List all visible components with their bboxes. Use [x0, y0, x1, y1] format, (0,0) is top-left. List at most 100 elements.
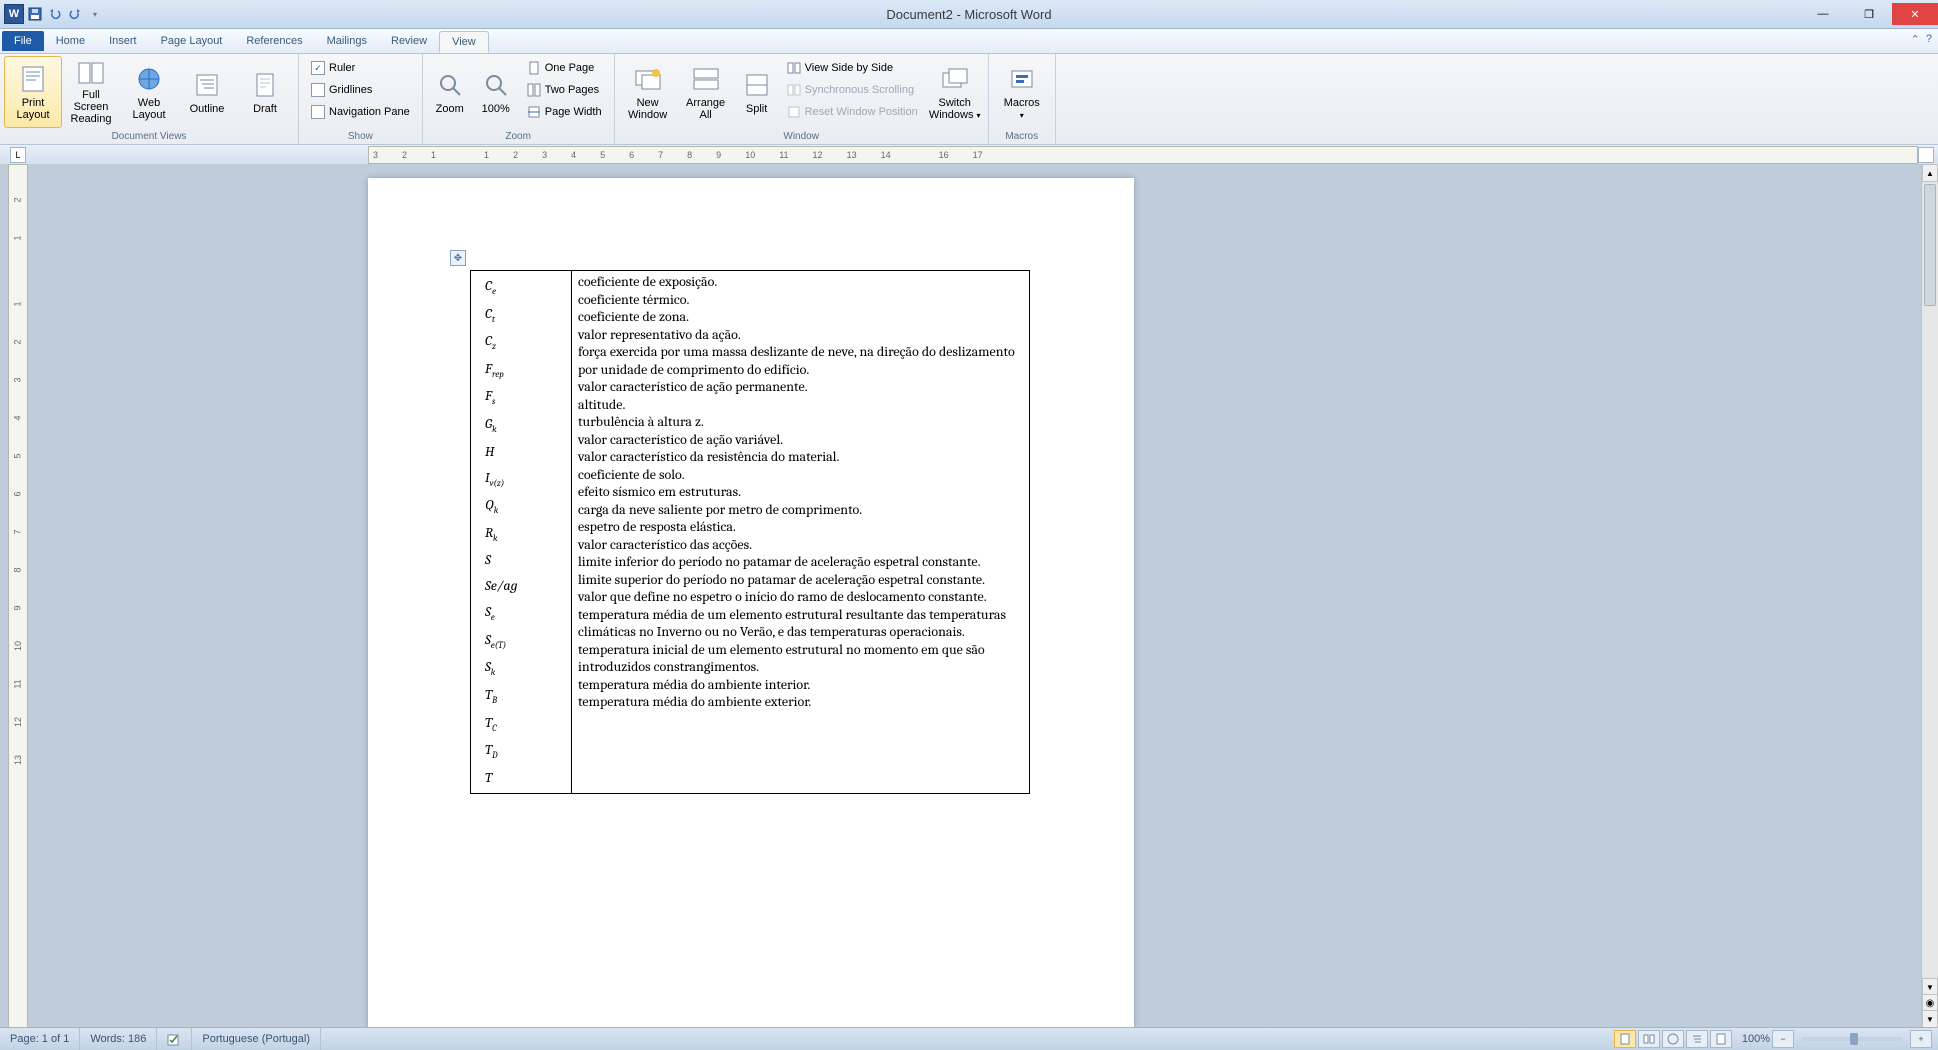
zoom-button[interactable]: Zoom [427, 56, 473, 128]
zoom-slider-knob[interactable] [1850, 1033, 1858, 1045]
zoom-level[interactable]: 100% [1742, 1033, 1770, 1045]
zoom-slider[interactable] [1802, 1037, 1902, 1041]
symbol-cell: T [485, 765, 571, 791]
navigation-pane-checkbox[interactable]: Navigation Pane [307, 102, 414, 122]
symbol-cell: Se/ag [485, 573, 571, 599]
view-side-by-side-button[interactable]: View Side by Side [783, 58, 922, 78]
group-show-label: Show [303, 130, 418, 144]
help-icon[interactable]: ? [1926, 33, 1932, 46]
status-proofing[interactable] [157, 1028, 192, 1050]
word-app-icon: W [4, 4, 24, 24]
view-print-layout-button[interactable] [1614, 1030, 1636, 1048]
zoom-100-icon [480, 69, 512, 101]
reset-window-position-button: Reset Window Position [783, 102, 922, 122]
minimize-ribbon-icon[interactable]: ⌃ [1911, 33, 1920, 46]
print-layout-button[interactable]: Print Layout [4, 56, 62, 128]
macros-label: Macros▾ [1004, 97, 1040, 121]
tab-insert[interactable]: Insert [97, 31, 149, 51]
document-table[interactable]: CeCtCzFrepFsGkHIv(z)QkRkSSe/agSeSe(T)SkT… [470, 270, 1030, 794]
outline-button[interactable]: Outline [178, 56, 236, 128]
qat-dropdown-icon[interactable]: ▾ [86, 5, 104, 23]
symbol-cell: Iv(z) [485, 465, 571, 493]
page[interactable]: ✥ CeCtCzFrepFsGkHIv(z)QkRkSSe/agSeSe(T)S… [368, 178, 1134, 1028]
one-page-icon [527, 61, 541, 75]
two-pages-button[interactable]: Two Pages [523, 80, 606, 100]
table-move-handle[interactable]: ✥ [450, 250, 466, 266]
next-page-button[interactable]: ▼ [1922, 1010, 1938, 1028]
zoom-100-button[interactable]: 100% [473, 56, 519, 128]
definition-cell: valor característico das acções. [578, 536, 1023, 554]
view-draft-button[interactable] [1710, 1030, 1732, 1048]
group-window-label: Window [619, 130, 984, 144]
definition-cell: valor característico de ação variável. [578, 431, 1023, 449]
switch-windows-button[interactable]: Switch Windows ▾ [926, 56, 984, 128]
symbol-cell: Se(T) [485, 627, 571, 655]
definition-cell: valor que define no espetro o início do … [578, 588, 1023, 606]
minimize-button[interactable]: — [1800, 3, 1846, 25]
draft-icon [249, 69, 281, 101]
tab-home[interactable]: Home [44, 31, 97, 51]
page-width-label: Page Width [545, 106, 602, 118]
status-language[interactable]: Portuguese (Portugal) [192, 1028, 321, 1050]
definition-cell: temperatura inicial de um elemento estru… [578, 641, 1023, 676]
full-screen-reading-button[interactable]: Full Screen Reading [62, 56, 120, 128]
one-page-button[interactable]: One Page [523, 58, 606, 78]
maximize-button[interactable]: ❐ [1846, 3, 1892, 25]
redo-icon[interactable] [66, 5, 84, 23]
arrange-all-button[interactable]: Arrange All [677, 56, 735, 128]
arrange-all-label: Arrange All [680, 97, 732, 121]
web-layout-icon [133, 63, 165, 95]
scrollbar-thumb[interactable] [1924, 184, 1936, 306]
definition-cell: limite inferior do período no patamar de… [578, 553, 1023, 571]
statusbar: Page: 1 of 1 Words: 186 Portuguese (Port… [0, 1027, 1938, 1050]
symbol-cell: H [485, 439, 571, 465]
view-outline-button[interactable] [1686, 1030, 1708, 1048]
symbol-cell: Rk [485, 520, 571, 548]
draft-button[interactable]: Draft [236, 56, 294, 128]
symbol-cell: Ct [485, 301, 571, 329]
split-button[interactable]: Split [735, 56, 779, 128]
tab-view[interactable]: View [439, 31, 489, 53]
web-layout-button[interactable]: Web Layout [120, 56, 178, 128]
status-words[interactable]: Words: 186 [80, 1028, 157, 1050]
undo-icon[interactable] [46, 5, 64, 23]
gridlines-checkbox[interactable]: Gridlines [307, 80, 414, 100]
print-layout-label: Print Layout [7, 97, 59, 121]
definition-cell: coeficiente de zona. [578, 308, 1023, 326]
definition-cell: efeito sísmico em estruturas. [578, 483, 1023, 501]
view-web-layout-button[interactable] [1662, 1030, 1684, 1048]
ruler-checkbox[interactable]: ✓Ruler [307, 58, 414, 78]
definition-cell: altitude. [578, 396, 1023, 414]
switch-windows-label: Switch Windows ▾ [929, 97, 981, 121]
macros-button[interactable]: Macros▾ [993, 56, 1051, 128]
ruler-toggle-button[interactable] [1918, 147, 1934, 163]
tab-selector[interactable]: L [10, 147, 26, 163]
definition-cell: força exercida por uma massa deslizante … [578, 343, 1023, 378]
zoom-icon [434, 69, 466, 101]
tab-review[interactable]: Review [379, 31, 439, 51]
tab-references[interactable]: References [234, 31, 314, 51]
group-macros-label: Macros [993, 130, 1051, 144]
save-icon[interactable] [26, 5, 44, 23]
zoom-out-button[interactable]: − [1772, 1030, 1794, 1048]
horizontal-ruler[interactable]: 32112345678910111213141617 [368, 146, 1918, 164]
tab-file[interactable]: File [2, 31, 44, 51]
zoom-in-button[interactable]: + [1910, 1030, 1932, 1048]
close-button[interactable]: ✕ [1892, 3, 1938, 25]
tab-page-layout[interactable]: Page Layout [149, 31, 235, 51]
tab-mailings[interactable]: Mailings [315, 31, 379, 51]
page-width-button[interactable]: Page Width [523, 102, 606, 122]
definition-cell: coeficiente de exposição. [578, 273, 1023, 291]
arrange-all-icon [690, 63, 722, 95]
new-window-button[interactable]: New Window [619, 56, 677, 128]
vertical-scrollbar[interactable]: ▲ ▼ ◉ ▼ [1921, 164, 1938, 1028]
synchronous-scrolling-button: Synchronous Scrolling [783, 80, 922, 100]
definition-cell: espetro de resposta elástica. [578, 518, 1023, 536]
view-full-reading-button[interactable] [1638, 1030, 1660, 1048]
new-window-icon [632, 63, 664, 95]
proofing-icon [167, 1032, 181, 1046]
status-page[interactable]: Page: 1 of 1 [0, 1028, 80, 1050]
gridlines-label: Gridlines [329, 84, 372, 96]
vertical-ruler[interactable]: 2112345678910111213 [8, 164, 28, 1028]
scroll-up-button[interactable]: ▲ [1922, 164, 1938, 182]
